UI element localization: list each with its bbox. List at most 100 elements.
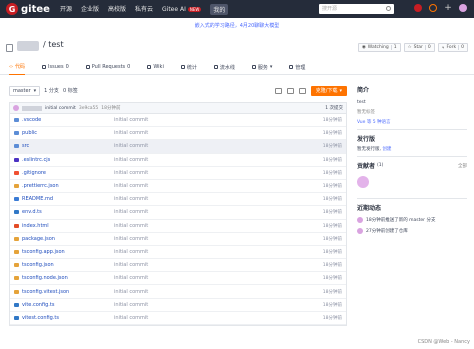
nav-me[interactable]: 我的 [210,3,229,15]
file-row[interactable]: .vscode initial commit 18分钟前 [10,114,346,128]
file-commit-message[interactable]: initial commit [114,223,264,229]
file-row[interactable]: package.json initial commit 18分钟前 [10,233,346,246]
notification-icon[interactable] [414,4,422,12]
repo-owner-blurred[interactable] [17,41,39,51]
tab-services[interactable]: 服务 ▾ [251,60,272,75]
file-name-cell[interactable]: .gitignore [14,170,114,176]
file-row[interactable]: env.d.ts initial commit 18分钟前 [10,206,346,220]
repo-name[interactable]: / test [43,40,64,49]
commit-message[interactable]: initial commit [45,106,76,111]
tab-wiki[interactable]: Wiki [147,60,164,75]
contributor-avatar[interactable] [357,176,369,188]
tab-pipeline[interactable]: 流水线 [213,60,235,75]
search-input[interactable]: 搜开源 [319,4,394,14]
file-name[interactable]: tsconfig.app.json [22,249,65,255]
file-row[interactable]: vite.config.ts initial commit 18分钟前 [10,299,346,312]
file-name-cell[interactable]: .vscode [14,117,114,123]
avatar[interactable] [357,228,363,234]
file-commit-message[interactable]: initial commit [114,157,264,163]
promo-banner[interactable]: 嵌入式的学习路径，4月20聊聊大模型 [0,20,474,32]
file-row[interactable]: tsconfig.json initial commit 18分钟前 [10,259,346,273]
web-ide-icon[interactable] [286,87,294,94]
avatar[interactable] [357,217,363,223]
file-row[interactable]: .prettierrc.json initial commit 18分钟前 [10,180,346,194]
file-name[interactable]: vitest.config.ts [22,315,59,321]
tab-issues[interactable]: Issues 0 [42,60,69,75]
tab-manage[interactable]: 管理 [289,60,305,75]
release-create-link[interactable]: 创建 [382,147,391,152]
file-commit-message[interactable]: initial commit [114,196,264,202]
file-row[interactable]: tsconfig.node.json initial commit 18分钟前 [10,272,346,286]
file-name[interactable]: package.json [22,236,55,242]
file-commit-message[interactable]: initial commit [114,315,264,321]
file-name-cell[interactable]: public [14,130,114,136]
tab-code[interactable]: ‹› 代码 [9,60,26,75]
gitee-logo[interactable]: G gitee [6,3,50,15]
file-name[interactable]: .prettierrc.json [22,183,59,189]
file-commit-message[interactable]: initial commit [114,275,264,281]
file-name[interactable]: index.html [22,223,49,229]
branch-select[interactable]: master ▾ [9,85,41,96]
nav-enterprise[interactable]: 企业版 [81,4,99,15]
file-name[interactable]: public [22,130,37,136]
file-name-cell[interactable]: vite.config.ts [14,302,114,308]
file-row[interactable]: tsconfig.app.json initial commit 18分钟前 [10,246,346,260]
file-row[interactable]: tsconfig.vitest.json initial commit 18分钟前 [10,285,346,299]
file-commit-message[interactable]: initial commit [114,262,264,268]
branch-count[interactable]: 1 分支 [44,87,59,94]
file-commit-message[interactable]: initial commit [114,183,264,189]
tab-stats[interactable]: 统计 [180,60,197,75]
file-commit-message[interactable]: initial commit [114,143,264,149]
nav-education[interactable]: 高校版 [108,4,126,15]
tab-pull-requests[interactable]: Pull Requests 0 [85,60,130,75]
file-commit-message[interactable]: initial commit [114,209,264,215]
file-name-cell[interactable]: src [14,143,114,149]
file-name-cell[interactable]: env.d.ts [14,209,114,215]
file-row[interactable]: public initial commit 18分钟前 [10,127,346,141]
file-name-cell[interactable]: tsconfig.json [14,262,114,268]
file-name-cell[interactable]: tsconfig.node.json [14,275,114,281]
compare-icon[interactable] [274,87,282,94]
file-commit-message[interactable]: initial commit [114,289,264,295]
file-row[interactable]: src initial commit 18分钟前 [10,140,346,154]
file-row[interactable]: vitest.config.ts initial commit 18分钟前 [10,312,346,325]
file-name[interactable]: tsconfig.node.json [22,275,68,281]
file-name[interactable]: src [22,143,29,149]
file-row[interactable]: README.md initial commit 18分钟前 [10,193,346,207]
commit-hash[interactable]: 3e9ca55 [79,106,98,111]
file-row[interactable]: .gitignore initial commit 18分钟前 [10,167,346,180]
file-name[interactable]: tsconfig.vitest.json [22,289,69,295]
file-name[interactable]: vite.config.ts [22,302,54,308]
nav-gitee-ai[interactable]: Gitee AI NEW [162,4,202,15]
language-stats[interactable]: Vue 等 5 种语言 [357,119,467,125]
tag-count[interactable]: 0 标签 [63,87,78,94]
commit-count[interactable]: 1 次提交 [325,105,343,111]
location-icon[interactable] [429,4,437,12]
file-name-cell[interactable]: .eslintrc.cjs [14,157,114,163]
file-row[interactable]: index.html initial commit 18分钟前 [10,220,346,233]
file-name-cell[interactable]: package.json [14,236,114,242]
file-name[interactable]: .vscode [22,117,41,123]
clone-download-button[interactable]: 克隆/下载 ▾ [310,85,347,96]
fork-button[interactable]: ⑂ Fork 0 [437,43,468,52]
file-commit-message[interactable]: initial commit [114,117,264,123]
file-commit-message[interactable]: initial commit [114,130,264,136]
file-name-cell[interactable]: tsconfig.vitest.json [14,289,114,295]
file-name[interactable]: tsconfig.json [22,262,54,268]
file-name-cell[interactable]: vitest.config.ts [14,315,114,321]
file-name[interactable]: .gitignore [22,170,46,176]
nav-opensource[interactable]: 开源 [60,4,72,15]
file-commit-message[interactable]: initial commit [114,236,264,242]
file-name[interactable]: .eslintrc.cjs [22,157,50,163]
avatar[interactable] [13,105,19,111]
contributors-all-link[interactable]: 全部 [458,163,467,169]
file-name-cell[interactable]: tsconfig.app.json [14,249,114,255]
watching-button[interactable]: ◉ Watching 1 [357,43,401,52]
commit-author-blurred[interactable] [22,105,42,111]
file-name-cell[interactable]: README.md [14,196,114,202]
download-icon[interactable] [298,87,306,94]
file-name[interactable]: README.md [22,196,53,202]
star-button[interactable]: ☆ Star 0 [403,43,435,52]
file-commit-message[interactable]: initial commit [114,170,264,176]
file-name-cell[interactable]: .prettierrc.json [14,183,114,189]
